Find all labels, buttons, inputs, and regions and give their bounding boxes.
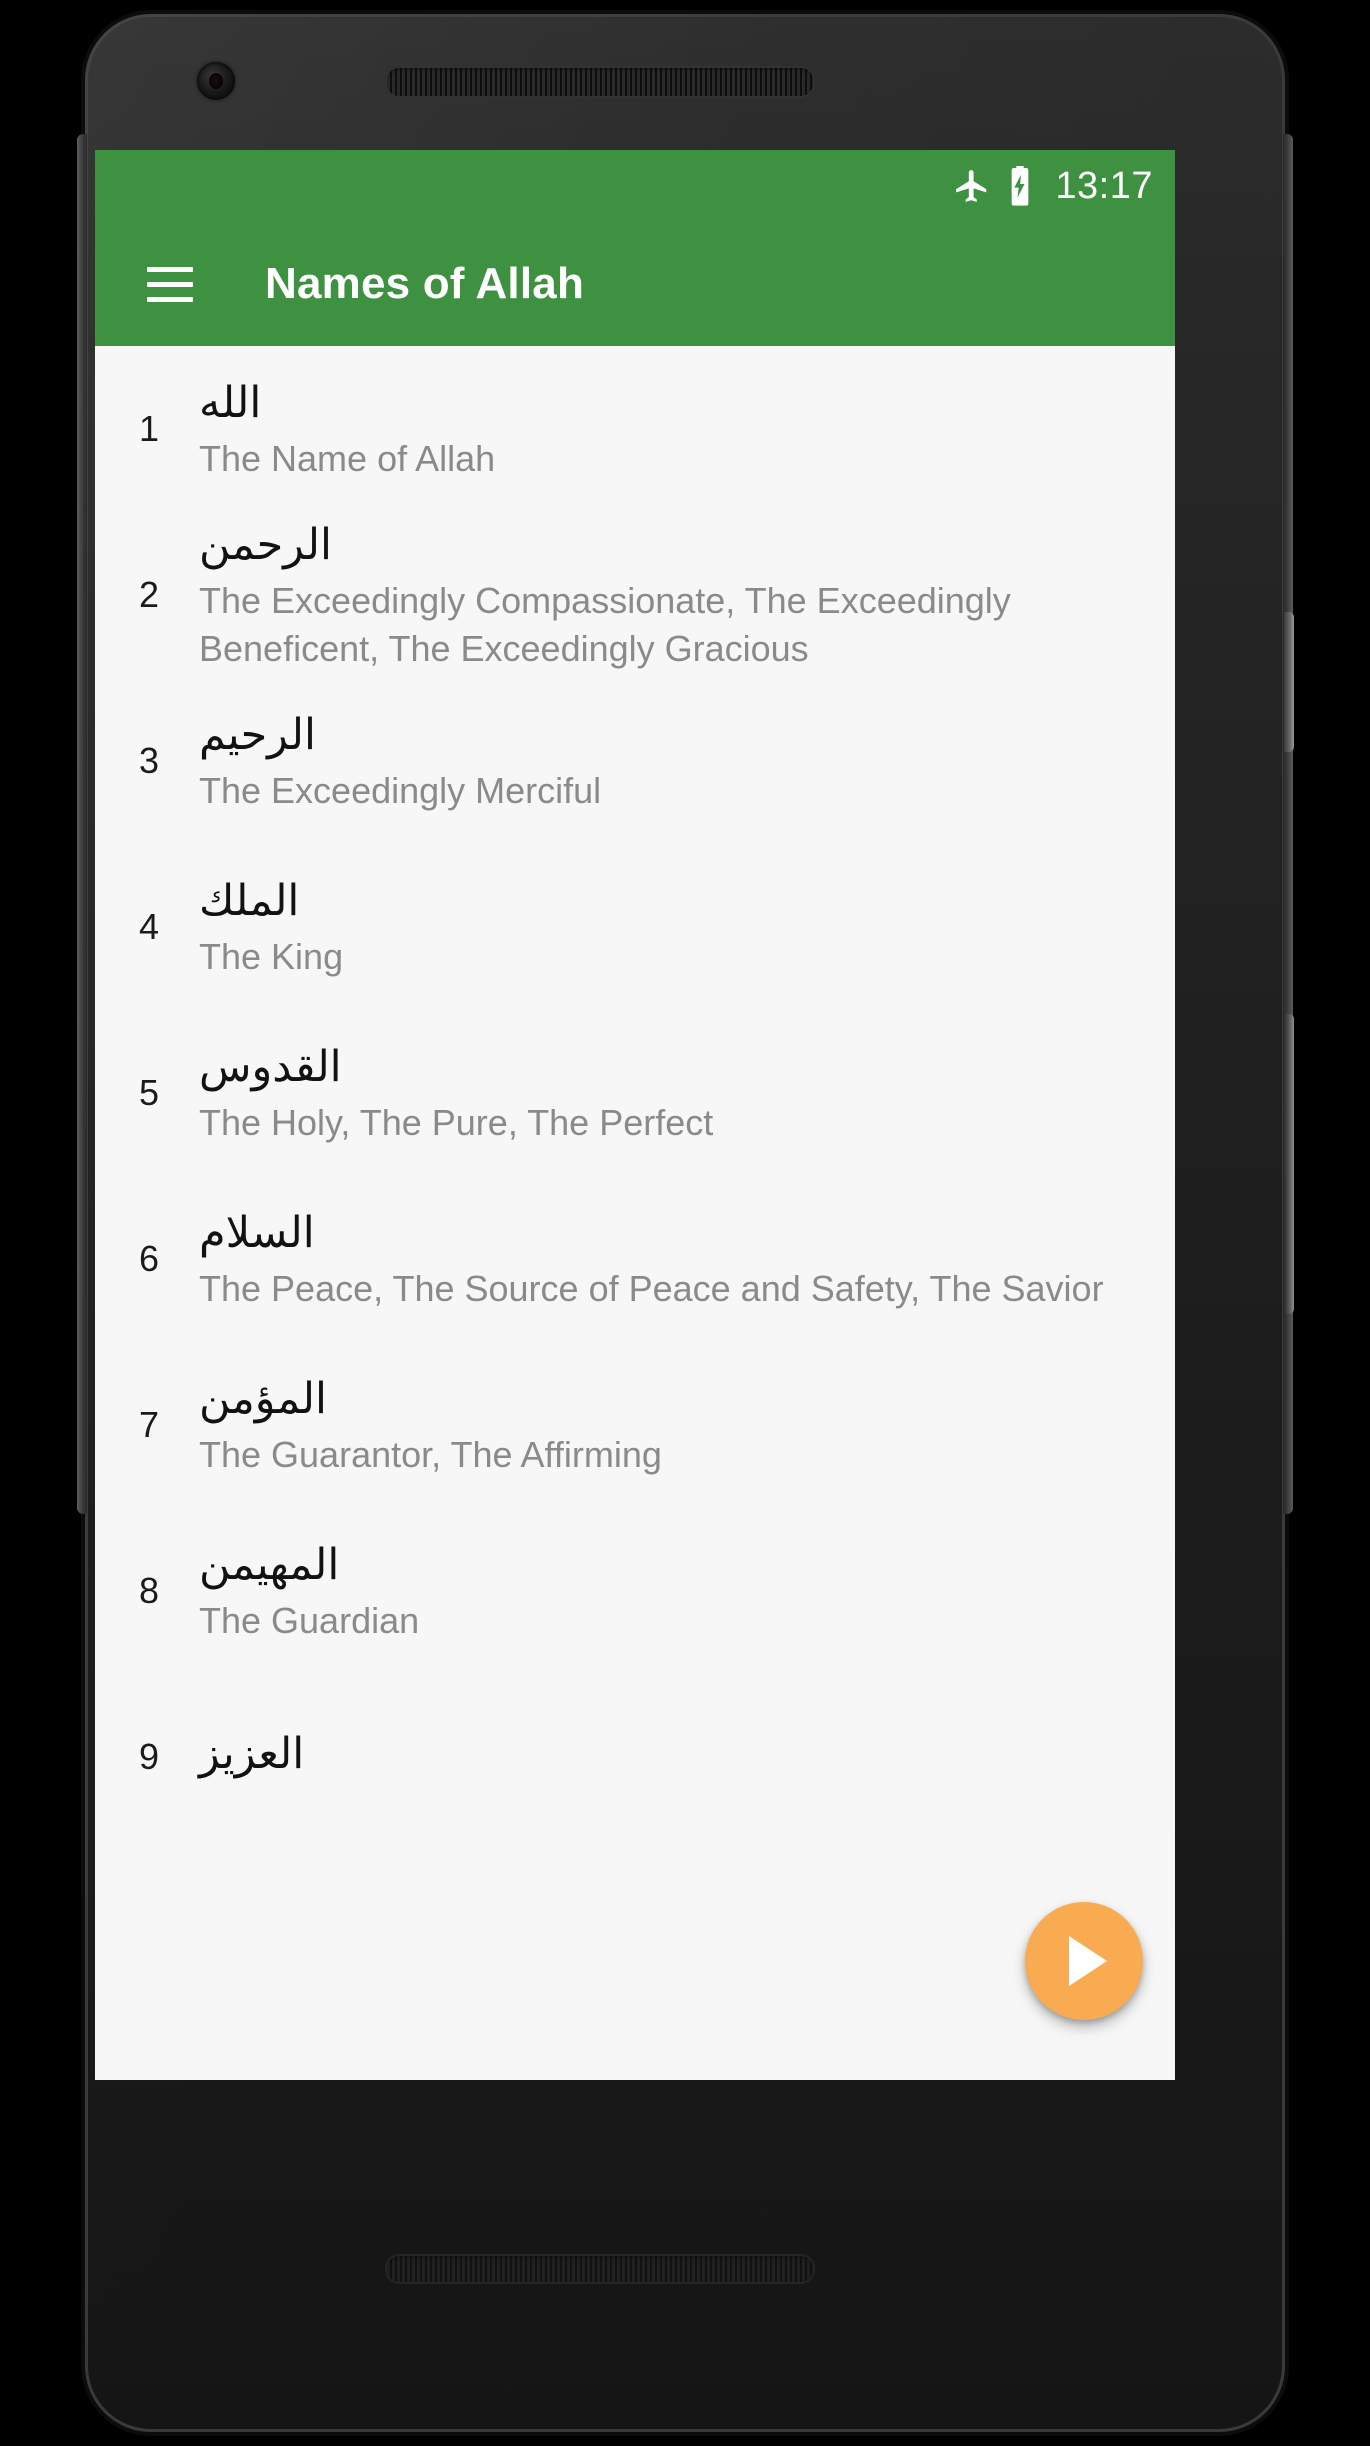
item-index: 7 bbox=[138, 1404, 160, 1445]
page-title: Names of Allah bbox=[265, 259, 585, 308]
hamburger-menu-icon[interactable] bbox=[133, 247, 207, 321]
item-arabic-name: القدوس bbox=[199, 1041, 342, 1092]
item-index: 9 bbox=[138, 1736, 160, 1777]
list-item[interactable]: 5 القدوس The Holy, The Pure, The Perfect bbox=[95, 1010, 1175, 1176]
list-item[interactable]: 3 الرحيم The Exceedingly Merciful bbox=[95, 678, 1175, 844]
item-arabic-name: الملك bbox=[199, 875, 300, 926]
item-meaning: The Name of Allah bbox=[199, 437, 496, 479]
phone-left-edge bbox=[77, 134, 87, 1514]
status-bar-clock: 13:17 bbox=[1055, 165, 1153, 207]
names-list[interactable]: 1 الله The Name of Allah 2 الرحمن The Ex… bbox=[95, 346, 1175, 2080]
item-text-group: الملك The King bbox=[177, 874, 1147, 981]
play-icon bbox=[1068, 1936, 1107, 1986]
menu-bar-2 bbox=[147, 281, 193, 287]
item-meaning: The Guardian bbox=[199, 1599, 420, 1641]
earpiece-speaker-grille bbox=[385, 66, 815, 98]
status-bar: 13:17 bbox=[95, 150, 1175, 222]
item-index: 4 bbox=[138, 906, 160, 947]
item-text-group: القدوس The Holy, The Pure, The Perfect bbox=[177, 1040, 1147, 1147]
item-text-group: الرحيم The Exceedingly Merciful bbox=[177, 708, 1147, 815]
item-text-group: العزيز bbox=[177, 1727, 1147, 1786]
item-meaning: The King bbox=[199, 935, 344, 977]
list-item-partial[interactable]: 9 العزيز bbox=[95, 1674, 1175, 1840]
status-bar-icon-group: 13:17 bbox=[953, 166, 1153, 206]
item-meaning: The Guarantor, The Affirming bbox=[199, 1433, 662, 1475]
list-item[interactable]: 7 المؤمن The Guarantor, The Affirming bbox=[95, 1342, 1175, 1508]
list-item[interactable]: 2 الرحمن The Exceedingly Compassionate, … bbox=[95, 512, 1175, 678]
item-index: 8 bbox=[138, 1570, 160, 1611]
item-text-group: المؤمن The Guarantor, The Affirming bbox=[177, 1372, 1147, 1479]
item-index: 3 bbox=[138, 740, 160, 781]
item-text-group: السلام The Peace, The Source of Peace an… bbox=[177, 1206, 1147, 1313]
item-meaning: The Peace, The Source of Peace and Safet… bbox=[199, 1267, 1104, 1309]
bottom-speaker-grille bbox=[385, 2254, 815, 2284]
item-text-group: الله The Name of Allah bbox=[177, 376, 1147, 483]
item-text-group: الرحمن The Exceedingly Compassionate, Th… bbox=[177, 518, 1147, 673]
list-item[interactable]: 8 المهيمن The Guardian bbox=[95, 1508, 1175, 1674]
list-item[interactable]: 4 الملك The King bbox=[95, 844, 1175, 1010]
item-meaning: The Exceedingly Merciful bbox=[199, 769, 602, 811]
menu-bar-3 bbox=[147, 296, 193, 302]
battery-charging-icon bbox=[1007, 166, 1033, 206]
item-meaning: The Holy, The Pure, The Perfect bbox=[199, 1101, 714, 1143]
item-arabic-name: الله bbox=[199, 377, 262, 428]
item-index: 5 bbox=[138, 1072, 160, 1113]
play-fab-button[interactable] bbox=[1025, 1902, 1143, 2020]
menu-bar-1 bbox=[147, 266, 193, 272]
item-index: 1 bbox=[138, 408, 160, 449]
front-camera-icon bbox=[197, 62, 235, 100]
app-bar: Names of Allah bbox=[95, 222, 1175, 346]
item-index: 2 bbox=[138, 574, 160, 615]
item-meaning: The Exceedingly Compassionate, The Excee… bbox=[199, 579, 1011, 669]
item-arabic-name: العزيز bbox=[199, 1729, 305, 1780]
item-index: 6 bbox=[138, 1238, 160, 1279]
item-text-group: المهيمن The Guardian bbox=[177, 1538, 1147, 1645]
item-arabic-name: المهيمن bbox=[199, 1539, 340, 1590]
item-arabic-name: الرحيم bbox=[199, 709, 316, 760]
item-arabic-name: السلام bbox=[199, 1207, 315, 1258]
list-item[interactable]: 1 الله The Name of Allah bbox=[95, 346, 1175, 512]
list-item[interactable]: 6 السلام The Peace, The Source of Peace … bbox=[95, 1176, 1175, 1342]
volume-rocker-button[interactable] bbox=[1285, 1014, 1294, 1314]
airplane-mode-icon bbox=[953, 167, 991, 205]
item-arabic-name: الرحمن bbox=[199, 519, 332, 570]
phone-device-frame: 13:17 Names of Allah 1 الله The Name of … bbox=[77, 14, 1294, 2432]
item-arabic-name: المؤمن bbox=[199, 1373, 327, 1424]
phone-screen: 13:17 Names of Allah 1 الله The Name of … bbox=[95, 150, 1175, 2080]
power-button[interactable] bbox=[1284, 612, 1294, 752]
